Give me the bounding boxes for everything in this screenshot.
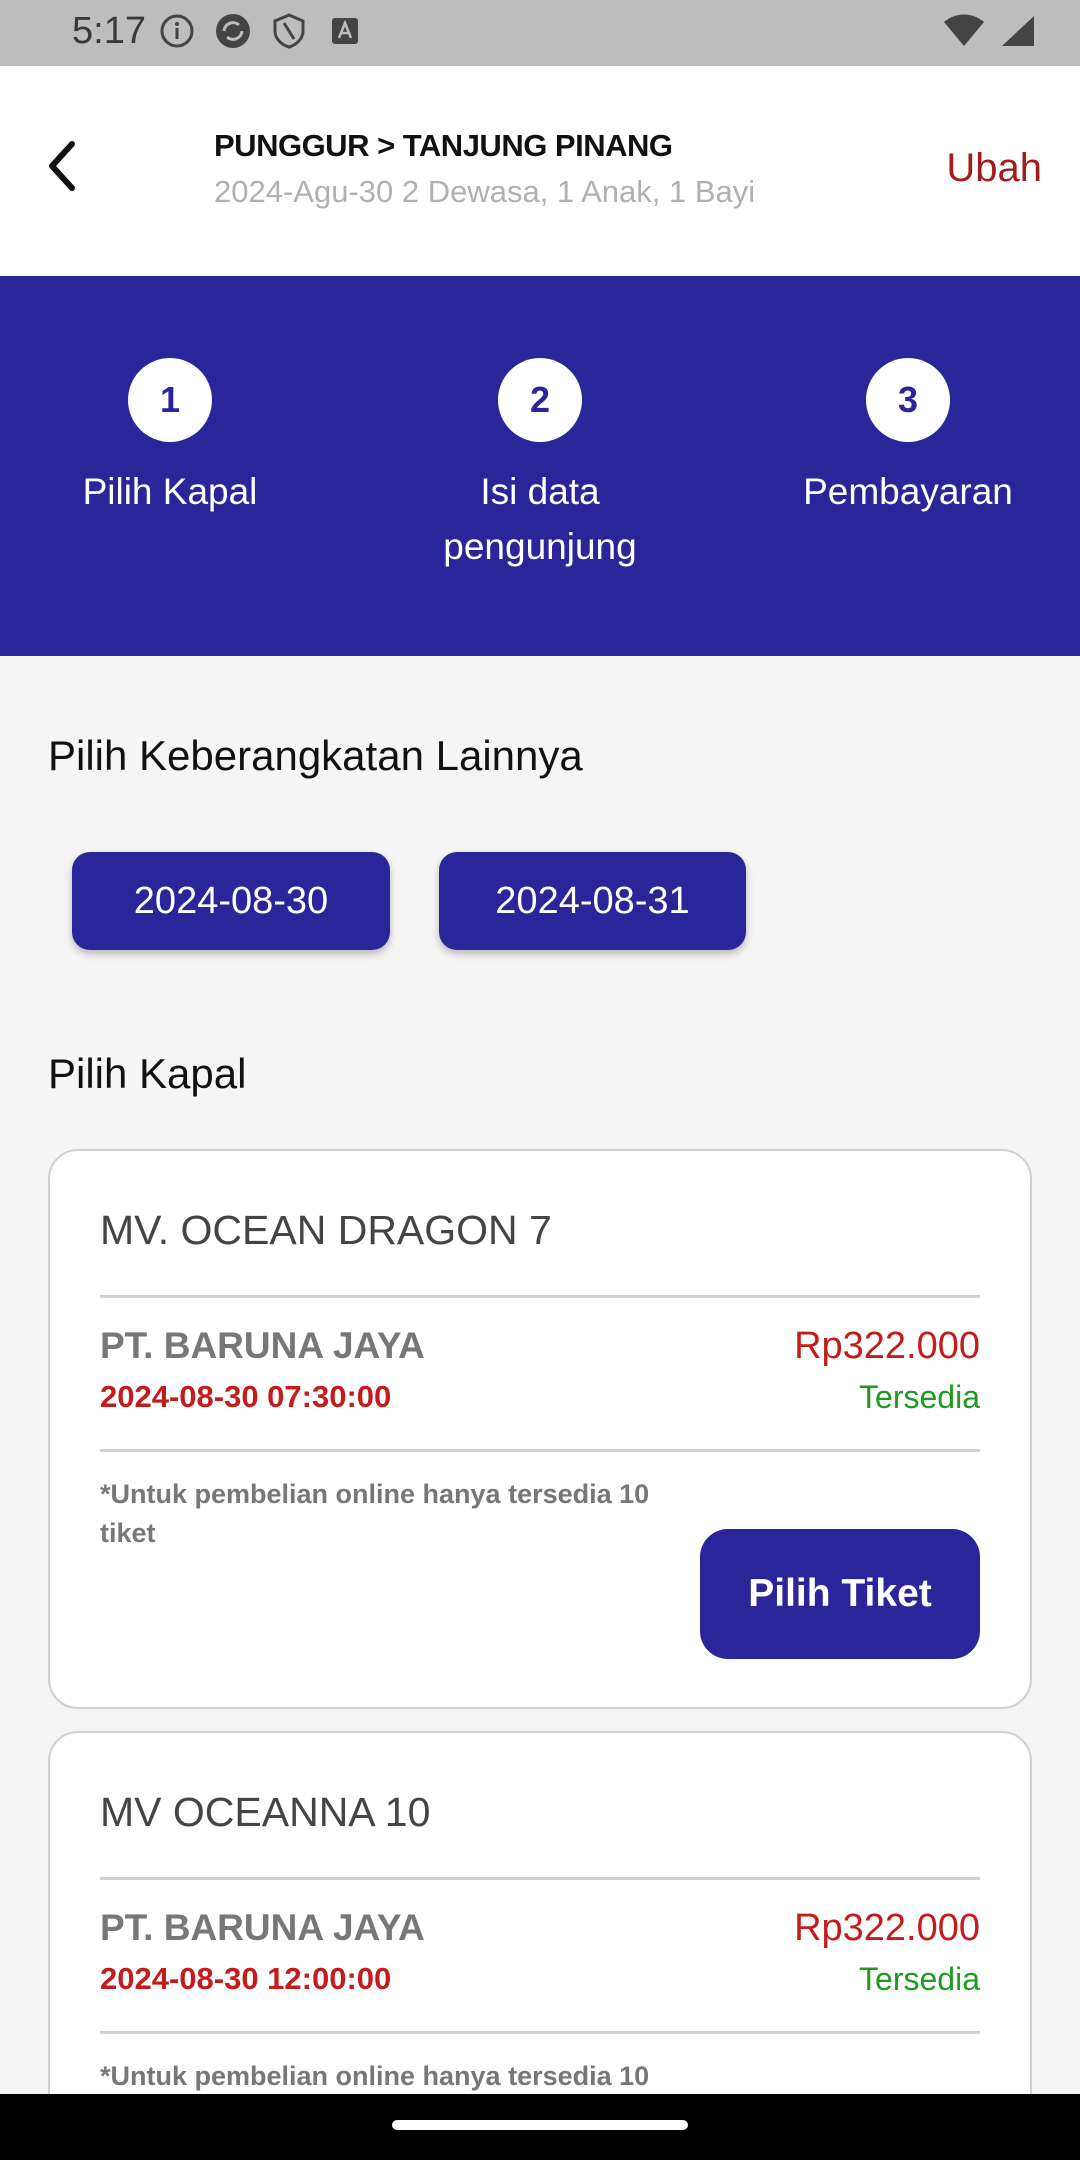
step-label: Pembayaran bbox=[803, 471, 1013, 512]
shield-icon bbox=[270, 12, 308, 50]
step-2: 2 Isi data pengunjung bbox=[380, 358, 700, 574]
purchase-note: *Untuk pembelian online hanya tersedia 1… bbox=[100, 1479, 650, 1548]
step-number: 2 bbox=[498, 358, 582, 442]
status-icons bbox=[158, 12, 364, 50]
date-button-1[interactable]: 2024-08-30 bbox=[72, 852, 390, 950]
ships-section-title: Pilih Kapal bbox=[48, 1050, 247, 1097]
trip-details: 2024-Agu-30 2 Dewasa, 1 Anak, 1 Bayi bbox=[214, 174, 756, 209]
divider bbox=[100, 1449, 980, 1452]
step-label: Isi data pengunjung bbox=[443, 471, 637, 567]
info-icon bbox=[158, 12, 196, 50]
other-departures-title: Pilih Keberangkatan Lainnya bbox=[48, 732, 583, 779]
availability-status: Tersedia bbox=[859, 1379, 980, 1415]
ship-name: MV OCEANNA 10 bbox=[100, 1789, 431, 1835]
wifi-icon bbox=[942, 14, 986, 53]
status-right bbox=[942, 14, 1036, 53]
date-button-2[interactable]: 2024-08-31 bbox=[439, 852, 746, 950]
divider bbox=[100, 1877, 980, 1880]
departure-time: 2024-08-30 07:30:00 bbox=[100, 1379, 392, 1414]
step-1: 1 Pilih Kapal bbox=[10, 358, 330, 519]
ship-name: MV. OCEAN DRAGON 7 bbox=[100, 1207, 552, 1253]
operator-name: PT. BARUNA JAYA bbox=[100, 1325, 425, 1366]
step-3: 3 Pembayaran bbox=[748, 358, 1068, 519]
ship-card: MV. OCEAN DRAGON 7 PT. BARUNA JAYA Rp322… bbox=[48, 1149, 1032, 1709]
back-button[interactable] bbox=[30, 134, 94, 198]
departure-time: 2024-08-30 12:00:00 bbox=[100, 1961, 392, 1996]
route-title: PUNGGUR > TANJUNG PINANG bbox=[214, 128, 673, 163]
divider bbox=[100, 1295, 980, 1298]
edit-link[interactable]: Ubah bbox=[946, 146, 1042, 191]
status-time: 5:17 bbox=[72, 10, 146, 52]
purchase-note: *Untuk pembelian online hanya tersedia 1… bbox=[100, 2061, 650, 2091]
sync-icon bbox=[214, 12, 252, 50]
availability-status: Tersedia bbox=[859, 1961, 980, 1997]
pick-ticket-button[interactable]: Pilih Tiket bbox=[700, 1529, 980, 1659]
divider bbox=[100, 2031, 980, 2034]
back-arrow-icon bbox=[49, 141, 75, 191]
app-header: PUNGGUR > TANJUNG PINANG 2024-Agu-30 2 D… bbox=[0, 66, 1080, 276]
ticket-price: Rp322.000 bbox=[794, 1325, 980, 1367]
system-nav-bar bbox=[0, 2094, 1080, 2160]
home-gesture-handle[interactable] bbox=[392, 2120, 688, 2130]
step-number: 1 bbox=[128, 358, 212, 442]
font-icon bbox=[326, 12, 364, 50]
operator-name: PT. BARUNA JAYA bbox=[100, 1907, 425, 1948]
signal-icon bbox=[1000, 14, 1036, 53]
ticket-price: Rp322.000 bbox=[794, 1907, 980, 1949]
progress-stepper: 1 Pilih Kapal 2 Isi data pengunjung 3 Pe… bbox=[0, 276, 1080, 656]
step-label: Pilih Kapal bbox=[82, 471, 258, 512]
step-number: 3 bbox=[866, 358, 950, 442]
status-bar: 5:17 bbox=[0, 0, 1080, 66]
